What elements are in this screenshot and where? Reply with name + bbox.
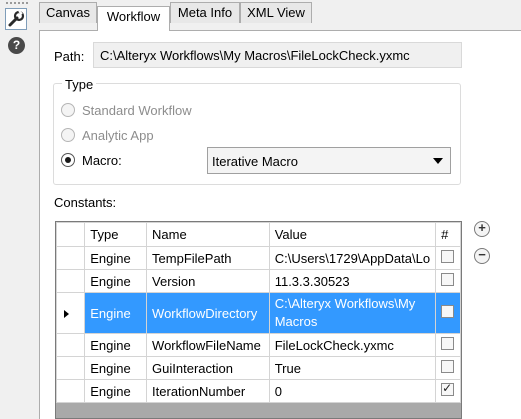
radio-button[interactable]: [61, 128, 75, 142]
cell-value[interactable]: C:\Alteryx Workflows\My Macros: [268, 292, 437, 334]
remove-constant-button[interactable]: −: [474, 248, 490, 264]
radio-label: Standard Workflow: [82, 103, 192, 118]
row-selector[interactable]: [56, 333, 86, 357]
cell-name: WorkflowDirectory: [146, 292, 270, 334]
cell-type: Engine: [84, 356, 148, 380]
cell-name: TempFilePath: [146, 246, 270, 270]
constants-label: Constants:: [54, 195, 117, 210]
checkbox[interactable]: [441, 337, 455, 350]
left-toolbar: ?: [0, 0, 34, 419]
cell-value[interactable]: FileLockCheck.yxmc: [268, 333, 437, 357]
table-row[interactable]: Engine WorkflowFileName FileLockCheck.yx…: [56, 333, 461, 357]
tab-meta-info[interactable]: Meta Info: [170, 2, 240, 23]
cell-flag[interactable]: [435, 333, 461, 357]
toolbar-grip[interactable]: [6, 2, 28, 4]
checkbox[interactable]: [441, 305, 455, 318]
cell-flag[interactable]: [435, 356, 461, 380]
table-row[interactable]: Engine IterationNumber 0: [56, 379, 461, 403]
cell-type: Engine: [84, 379, 148, 403]
row-selector[interactable]: [56, 246, 86, 270]
checkbox[interactable]: [441, 273, 455, 286]
checkbox[interactable]: [441, 360, 455, 373]
tab-canvas[interactable]: Canvas: [39, 2, 97, 23]
cell-name: GuiInteraction: [146, 356, 270, 380]
path-label: Path:: [54, 49, 85, 64]
row-selector[interactable]: [56, 379, 86, 403]
cell-flag[interactable]: [435, 246, 461, 270]
radio-label: Analytic App: [82, 128, 154, 143]
checkbox-checked[interactable]: [441, 381, 455, 396]
grid-header-row: Type Name Value #: [56, 222, 461, 247]
radio-label: Macro:: [82, 153, 122, 168]
table-row[interactable]: Engine GuiInteraction True: [56, 356, 461, 380]
row-selector[interactable]: [56, 356, 86, 380]
column-header-flag[interactable]: #: [435, 222, 461, 247]
path-field[interactable]: C:\Alteryx Workflows\My Macros\FileLockC…: [93, 42, 462, 68]
table-row[interactable]: Engine TempFilePath C:\Users\1729\AppDat…: [56, 246, 461, 270]
cell-value[interactable]: C:\Users\1729\AppData\Lo: [268, 246, 437, 270]
cell-value[interactable]: 11.3.3.30523: [268, 269, 437, 293]
column-header-type[interactable]: Type: [84, 222, 148, 247]
help-icon[interactable]: ?: [8, 37, 25, 54]
constants-grid[interactable]: Type Name Value # Engine TempFilePath C:…: [55, 221, 462, 419]
column-header-name[interactable]: Name: [146, 222, 270, 247]
type-legend: Type: [62, 77, 97, 92]
column-header-value[interactable]: Value: [268, 222, 437, 247]
macro-type-value: Iterative Macro: [212, 154, 298, 169]
cell-value[interactable]: 0: [268, 379, 437, 403]
cell-type: Engine: [84, 292, 148, 334]
cell-name: WorkflowFileName: [146, 333, 270, 357]
wrench-icon[interactable]: [5, 8, 27, 30]
radio-button[interactable]: [61, 103, 75, 117]
cell-flag[interactable]: [435, 379, 461, 403]
cell-flag[interactable]: [435, 292, 461, 334]
cell-type: Engine: [84, 269, 148, 293]
cell-type: Engine: [84, 333, 148, 357]
cell-type: Engine: [84, 246, 148, 270]
cell-name: Version: [146, 269, 270, 293]
tab-xml-view[interactable]: XML View: [240, 2, 312, 23]
tab-workflow[interactable]: Workflow: [97, 6, 170, 31]
row-selector[interactable]: [56, 292, 86, 334]
table-row-selected[interactable]: Engine WorkflowDirectory C:\Alteryx Work…: [56, 292, 461, 334]
macro-type-select[interactable]: Iterative Macro: [207, 147, 451, 174]
add-constant-button[interactable]: +: [474, 221, 490, 237]
row-selector[interactable]: [56, 269, 86, 293]
row-selector-header: [56, 222, 86, 247]
chevron-down-icon[interactable]: [433, 158, 443, 164]
cell-name: IterationNumber: [146, 379, 270, 403]
radio-button[interactable]: [61, 153, 75, 167]
cell-value[interactable]: True: [268, 356, 437, 380]
cell-flag[interactable]: [435, 269, 461, 293]
checkbox[interactable]: [441, 250, 455, 263]
table-row[interactable]: Engine Version 11.3.3.30523: [56, 269, 461, 293]
current-row-arrow-icon: [64, 309, 69, 318]
